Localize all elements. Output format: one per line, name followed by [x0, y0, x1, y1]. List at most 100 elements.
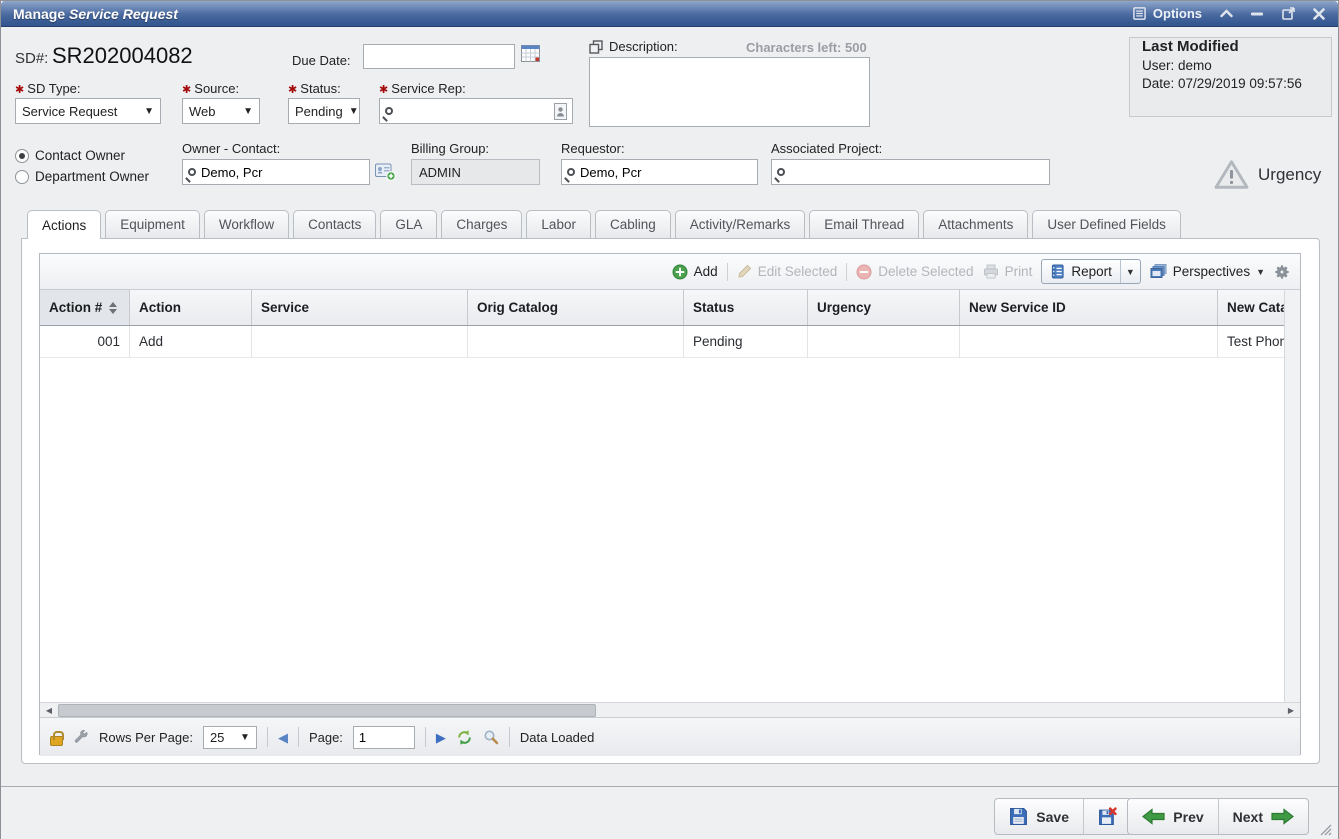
tab-actions[interactable]: Actions [27, 210, 101, 239]
column-header-urgency[interactable]: Urgency [808, 290, 960, 325]
service-rep-field [379, 98, 573, 124]
column-header-orig-catalog[interactable]: Orig Catalog [468, 290, 684, 325]
department-owner-radio[interactable] [15, 170, 29, 184]
page-number-input[interactable] [353, 726, 415, 749]
scroll-right-arrow-icon[interactable]: ▶ [1284, 704, 1298, 717]
arrow-right-icon [1271, 808, 1294, 825]
tab-workflow[interactable]: Workflow [204, 210, 289, 238]
requestor-field [561, 159, 758, 185]
last-modified-date: Date: 07/29/2019 09:57:56 [1142, 76, 1321, 91]
urgency-indicator: Urgency [1213, 159, 1321, 190]
associated-project-input[interactable] [790, 165, 1044, 180]
associated-project-label: Associated Project: [771, 141, 882, 156]
wrench-icon[interactable] [73, 729, 89, 745]
due-date-input[interactable] [363, 44, 515, 69]
tab-attachments[interactable]: Attachments [923, 210, 1028, 238]
department-owner-radio-label: Department Owner [35, 169, 149, 184]
collapse-icon[interactable] [1219, 7, 1233, 21]
owner-contact-input[interactable] [201, 165, 364, 180]
service-rep-input[interactable] [398, 104, 549, 119]
add-contact-icon[interactable] [375, 162, 396, 181]
tab-charges[interactable]: Charges [441, 210, 522, 238]
sd-type-select[interactable]: Service Request ▼ [15, 98, 161, 124]
requestor-input[interactable] [580, 165, 752, 180]
contact-owner-radio-label: Contact Owner [35, 148, 125, 163]
chevron-down-icon: ▼ [240, 732, 250, 743]
tab-activity-remarks[interactable]: Activity/Remarks [675, 210, 806, 238]
description-popout-icon[interactable] [589, 40, 603, 54]
billing-group-label: Billing Group: [411, 141, 489, 156]
column-header-action[interactable]: Action [130, 290, 252, 325]
perspectives-button[interactable]: Perspectives ▼ [1150, 264, 1265, 279]
print-button[interactable]: Print [983, 264, 1033, 279]
tab-equipment[interactable]: Equipment [105, 210, 200, 238]
status-select[interactable]: Pending ▼ [288, 98, 360, 124]
vertical-scrollbar[interactable] [1284, 290, 1300, 702]
options-button[interactable]: Options [1133, 6, 1202, 21]
table-row[interactable]: 001 Add Pending Test Phone S [40, 326, 1286, 358]
arrow-left-icon [1142, 808, 1165, 825]
contact-owner-radio[interactable] [15, 149, 29, 163]
grid-body: 001 Add Pending Test Phone S [40, 326, 1286, 702]
add-button[interactable]: Add [672, 264, 718, 280]
pager-separator [267, 727, 268, 747]
resize-grip[interactable] [1318, 824, 1332, 836]
column-header-action-number[interactable]: Action # [40, 290, 130, 325]
previous-page-icon[interactable]: ◀ [278, 731, 288, 744]
grid-header-row: Action # Action Service Orig Catalog Sta… [40, 290, 1286, 326]
refresh-icon[interactable] [456, 729, 473, 746]
grid-search-icon[interactable] [483, 729, 499, 745]
tab-email-thread[interactable]: Email Thread [809, 210, 919, 238]
calendar-icon[interactable] [521, 45, 540, 62]
edit-selected-button[interactable]: Edit Selected [737, 264, 838, 279]
lock-icon[interactable] [50, 736, 63, 746]
description-label: Description: [609, 39, 678, 54]
save-and-close-button[interactable] [1084, 799, 1131, 834]
tab-labor[interactable]: Labor [526, 210, 591, 238]
tab-contacts[interactable]: Contacts [293, 210, 376, 238]
delete-selected-button[interactable]: Delete Selected [856, 264, 973, 280]
horizontal-scrollbar-thumb[interactable] [58, 704, 596, 717]
requestor-label: Requestor: [561, 141, 625, 156]
characters-left-counter: Characters left: 500 [746, 40, 867, 55]
next-page-icon[interactable]: ▶ [436, 731, 446, 744]
prev-button[interactable]: Prev [1128, 799, 1218, 834]
next-button[interactable]: Next [1219, 799, 1308, 834]
save-button[interactable]: Save [995, 799, 1084, 834]
description-textarea[interactable] [589, 57, 870, 127]
column-header-service[interactable]: Service [252, 290, 468, 325]
report-label: Report [1071, 264, 1112, 279]
maximize-icon[interactable] [1281, 7, 1295, 21]
urgency-label: Urgency [1258, 165, 1321, 185]
scroll-left-arrow-icon[interactable]: ◀ [42, 704, 56, 717]
horizontal-scrollbar[interactable]: ◀ ▶ [40, 702, 1300, 718]
next-button-label: Next [1233, 809, 1263, 825]
billing-group-field: ADMIN [411, 159, 540, 185]
source-select[interactable]: Web ▼ [182, 98, 260, 124]
close-icon[interactable] [1312, 7, 1326, 21]
service-rep-picker-icon[interactable] [554, 103, 567, 120]
rows-per-page-label: Rows Per Page: [99, 730, 193, 745]
printer-icon [983, 264, 999, 279]
perspectives-dropdown-arrow: ▼ [1256, 267, 1265, 277]
tab-cabling[interactable]: Cabling [595, 210, 671, 238]
minimize-icon[interactable] [1250, 7, 1264, 21]
grid-settings-gear-icon[interactable] [1274, 264, 1290, 280]
report-button[interactable]: Report ▼ [1041, 259, 1140, 284]
cell-service [252, 326, 468, 357]
tab-gla[interactable]: GLA [380, 210, 437, 238]
search-icon [777, 168, 785, 176]
prev-button-label: Prev [1173, 809, 1203, 825]
column-header-status[interactable]: Status [684, 290, 808, 325]
grid-toolbar: Add Edit Selected Delete Selected Print … [40, 254, 1300, 290]
warning-triangle-icon [1213, 159, 1250, 190]
column-header-new-catalog[interactable]: New Catalog [1218, 290, 1286, 325]
report-dropdown-arrow[interactable]: ▼ [1120, 260, 1140, 283]
column-header-new-service-id[interactable]: New Service ID [960, 290, 1218, 325]
toolbar-separator [727, 263, 728, 281]
rows-per-page-select[interactable]: 25 ▼ [203, 726, 257, 749]
tab-user-defined-fields[interactable]: User Defined Fields [1032, 210, 1181, 238]
pencil-icon [737, 264, 752, 279]
contact-owner-radio-row: Contact Owner [15, 148, 125, 163]
sd-type-label: SD Type: [15, 81, 81, 96]
